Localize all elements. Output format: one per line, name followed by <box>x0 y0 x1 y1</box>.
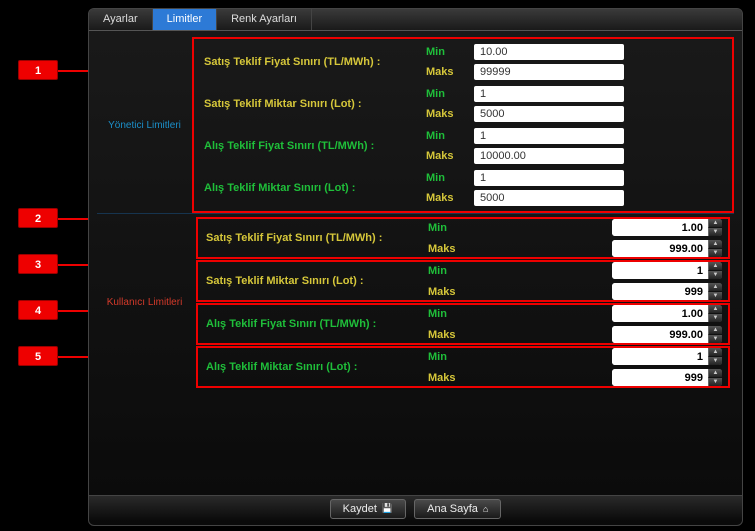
tab-colors[interactable]: Renk Ayarları <box>217 9 312 30</box>
min-label: Min <box>426 172 464 184</box>
admin-limits-section: Yönetici Limitleri Satış Teklif Fiyat Sı… <box>97 37 734 214</box>
min-label: Min <box>428 351 466 363</box>
user-sell-qty-row: Satış Teklif Miktar Sınırı (Lot) : Min ▲… <box>196 260 730 302</box>
home-icon: ⌂ <box>483 504 488 514</box>
content-area: Yönetici Limitleri Satış Teklif Fiyat Sı… <box>89 31 742 397</box>
admin-buy-qty-min: 1 <box>474 170 624 186</box>
user-section-label: Kullanıcı Limitleri <box>97 297 192 308</box>
user-sell-price-label: Satış Teklif Fiyat Sınırı (TL/MWh) : <box>198 232 428 244</box>
user-buy-qty-max-input[interactable] <box>612 369 708 386</box>
spin-down-icon[interactable]: ▼ <box>708 378 722 386</box>
min-label: Min <box>428 308 466 320</box>
admin-sell-qty-min: 1 <box>474 86 624 102</box>
footer-bar: Kaydet 💾 Ana Sayfa ⌂ <box>89 495 742 521</box>
spin-up-icon[interactable]: ▲ <box>708 348 722 357</box>
admin-sell-price-min: 10.00 <box>474 44 624 60</box>
home-button-label: Ana Sayfa <box>427 503 478 515</box>
tab-limits[interactable]: Limitler <box>153 9 217 30</box>
admin-buy-price-min: 1 <box>474 128 624 144</box>
user-sell-price-max-spinner[interactable]: ▲▼ <box>612 240 722 257</box>
min-label: Min <box>428 222 466 234</box>
admin-sell-qty-label: Satış Teklif Miktar Sınırı (Lot) : <box>196 98 426 110</box>
user-buy-price-max-spinner[interactable]: ▲▼ <box>612 326 722 343</box>
min-label: Min <box>426 46 464 58</box>
user-buy-price-max-input[interactable] <box>612 326 708 343</box>
user-buy-qty-max-spinner[interactable]: ▲▼ <box>612 369 722 386</box>
user-buy-price-row: Alış Teklif Fiyat Sınırı (TL/MWh) : Min … <box>196 303 730 345</box>
user-sell-qty-max-input[interactable] <box>612 283 708 300</box>
user-sell-price-min-spinner[interactable]: ▲▼ <box>612 219 722 236</box>
callout-2: 2 <box>18 208 58 228</box>
min-label: Min <box>428 265 466 277</box>
user-sell-qty-min-input[interactable] <box>612 262 708 279</box>
user-sell-qty-min-spinner[interactable]: ▲▼ <box>612 262 722 279</box>
callout-1: 1 <box>18 60 58 80</box>
admin-sell-price-row: Satış Teklif Fiyat Sınırı (TL/MWh) : Min… <box>196 41 730 83</box>
spin-down-icon[interactable]: ▼ <box>708 271 722 279</box>
user-sell-qty-label: Satış Teklif Miktar Sınırı (Lot) : <box>198 275 428 287</box>
user-buy-qty-min-spinner[interactable]: ▲▼ <box>612 348 722 365</box>
tab-settings[interactable]: Ayarlar <box>89 9 153 30</box>
callout-4: 4 <box>18 300 58 320</box>
admin-sell-qty-row: Satış Teklif Miktar Sınırı (Lot) : Min 1… <box>196 83 730 125</box>
home-button[interactable]: Ana Sayfa ⌂ <box>414 499 501 519</box>
admin-sell-price-max: 99999 <box>474 64 624 80</box>
callout-5: 5 <box>18 346 58 366</box>
save-button-label: Kaydet <box>343 503 377 515</box>
admin-buy-qty-row: Alış Teklif Miktar Sınırı (Lot) : Min 1 … <box>196 167 730 209</box>
spin-down-icon[interactable]: ▼ <box>708 314 722 322</box>
max-label: Maks <box>426 150 464 162</box>
spin-up-icon[interactable]: ▲ <box>708 326 722 335</box>
user-sell-price-max-input[interactable] <box>612 240 708 257</box>
admin-rows-box: Satış Teklif Fiyat Sınırı (TL/MWh) : Min… <box>192 37 734 213</box>
spin-up-icon[interactable]: ▲ <box>708 369 722 378</box>
spin-up-icon[interactable]: ▲ <box>708 240 722 249</box>
max-label: Maks <box>426 108 464 120</box>
spin-down-icon[interactable]: ▼ <box>708 335 722 343</box>
spin-down-icon[interactable]: ▼ <box>708 292 722 300</box>
user-sell-price-min-input[interactable] <box>612 219 708 236</box>
spin-up-icon[interactable]: ▲ <box>708 283 722 292</box>
max-label: Maks <box>428 243 466 255</box>
admin-buy-price-max: 10000.00 <box>474 148 624 164</box>
spin-up-icon[interactable]: ▲ <box>708 262 722 271</box>
max-label: Maks <box>426 66 464 78</box>
callout-3: 3 <box>18 254 58 274</box>
save-button[interactable]: Kaydet 💾 <box>330 499 406 519</box>
admin-sell-qty-max: 5000 <box>474 106 624 122</box>
admin-buy-qty-label: Alış Teklif Miktar Sınırı (Lot) : <box>196 182 426 194</box>
tab-bar: Ayarlar Limitler Renk Ayarları <box>89 9 742 31</box>
user-sell-qty-max-spinner[interactable]: ▲▼ <box>612 283 722 300</box>
admin-section-label: Yönetici Limitleri <box>97 120 192 131</box>
min-label: Min <box>426 130 464 142</box>
spin-down-icon[interactable]: ▼ <box>708 357 722 365</box>
user-buy-price-label: Alış Teklif Fiyat Sınırı (TL/MWh) : <box>198 318 428 330</box>
max-label: Maks <box>428 286 466 298</box>
user-buy-qty-label: Alış Teklif Miktar Sınırı (Lot) : <box>198 361 428 373</box>
admin-buy-price-label: Alış Teklif Fiyat Sınırı (TL/MWh) : <box>196 140 426 152</box>
user-buy-price-min-spinner[interactable]: ▲▼ <box>612 305 722 322</box>
user-buy-price-min-input[interactable] <box>612 305 708 322</box>
settings-panel: Ayarlar Limitler Renk Ayarları Yönetici … <box>88 8 743 526</box>
admin-sell-price-label: Satış Teklif Fiyat Sınırı (TL/MWh) : <box>196 56 426 68</box>
max-label: Maks <box>426 192 464 204</box>
user-limits-section: Kullanıcı Limitleri Satış Teklif Fiyat S… <box>97 214 734 391</box>
max-label: Maks <box>428 329 466 341</box>
spin-up-icon[interactable]: ▲ <box>708 219 722 228</box>
save-icon: 💾 <box>382 503 393 514</box>
user-buy-qty-row: Alış Teklif Miktar Sınırı (Lot) : Min ▲▼… <box>196 346 730 388</box>
user-rows: Satış Teklif Fiyat Sınırı (TL/MWh) : Min… <box>192 214 734 391</box>
max-label: Maks <box>428 372 466 384</box>
admin-buy-price-row: Alış Teklif Fiyat Sınırı (TL/MWh) : Min … <box>196 125 730 167</box>
user-buy-qty-min-input[interactable] <box>612 348 708 365</box>
spin-down-icon[interactable]: ▼ <box>708 228 722 236</box>
min-label: Min <box>426 88 464 100</box>
admin-buy-qty-max: 5000 <box>474 190 624 206</box>
spin-down-icon[interactable]: ▼ <box>708 249 722 257</box>
spin-up-icon[interactable]: ▲ <box>708 305 722 314</box>
user-sell-price-row: Satış Teklif Fiyat Sınırı (TL/MWh) : Min… <box>196 217 730 259</box>
